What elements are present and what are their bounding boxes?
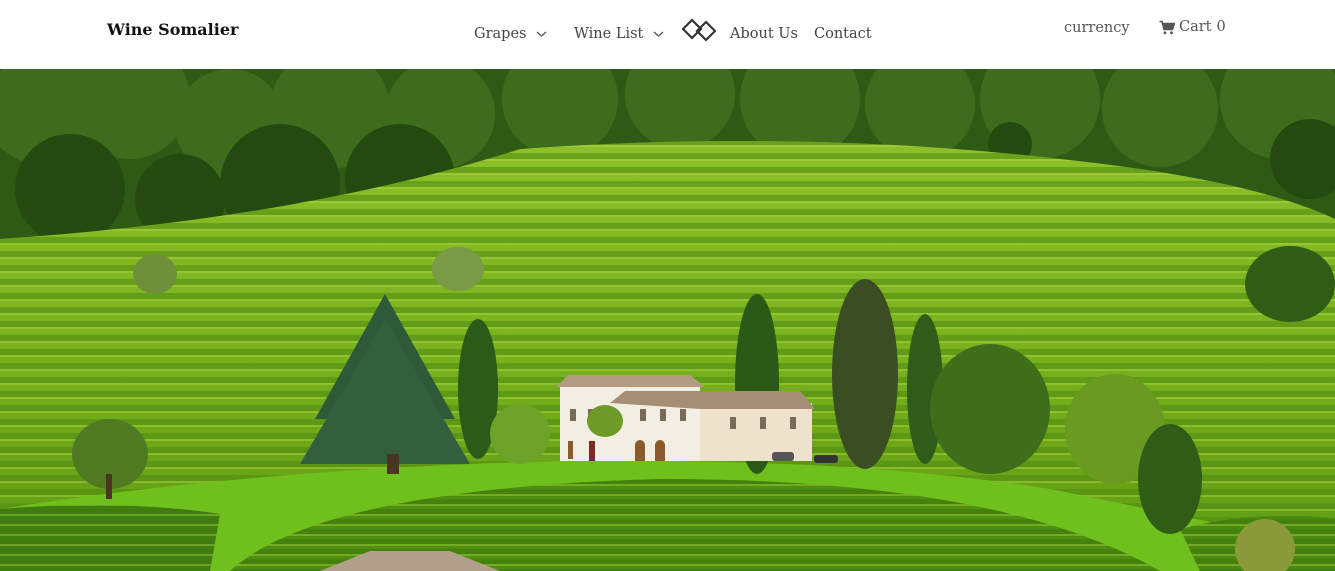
nav-item-label: About Us <box>730 26 798 42</box>
logo-icon[interactable] <box>682 18 716 42</box>
nav-item-label: Contact <box>814 26 872 42</box>
hero-vineyard-image <box>0 69 1335 571</box>
chevron-down-icon <box>653 31 664 37</box>
shopping-cart-icon <box>1159 20 1175 34</box>
cart-link[interactable]: Cart 0 <box>1159 19 1226 35</box>
nav-item-label: Wine List <box>574 26 644 42</box>
nav-item-label: Grapes <box>474 26 527 42</box>
nav-item-contact[interactable]: Contact <box>814 26 872 42</box>
cart-count: 0 <box>1216 19 1226 35</box>
chevron-down-icon <box>537 31 547 37</box>
hero-banner <box>0 69 1335 571</box>
brand-logo-text[interactable]: Wine Somalier <box>107 20 238 39</box>
nav-item-wine-list[interactable]: Wine List <box>574 26 664 42</box>
nav-item-grapes[interactable]: Grapes <box>474 26 547 42</box>
currency-selector[interactable]: currency <box>1064 20 1130 36</box>
cart-label: Cart <box>1179 19 1212 35</box>
site-header: Wine Somalier Grapes Wine List About Us … <box>0 0 1335 69</box>
nav-item-about-us[interactable]: About Us <box>730 26 798 42</box>
